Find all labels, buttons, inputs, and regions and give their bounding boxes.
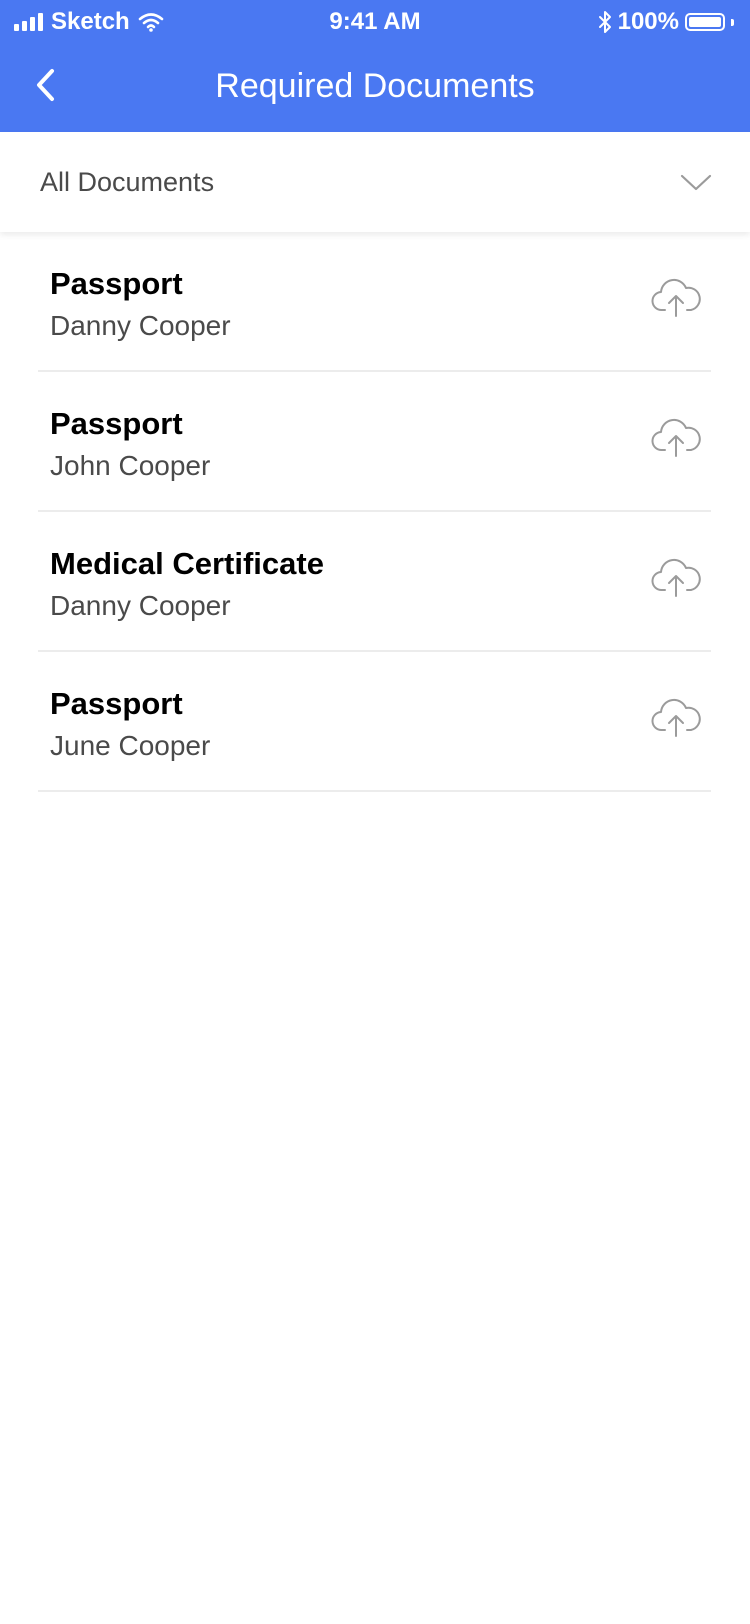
document-owner: Danny Cooper — [50, 310, 231, 341]
battery-tip — [731, 18, 734, 26]
battery-icon — [685, 13, 725, 31]
status-right: 100% — [598, 8, 734, 36]
cloud-upload-icon[interactable] — [651, 416, 701, 460]
battery-level — [689, 17, 721, 27]
document-owner: John Cooper — [50, 450, 211, 481]
nav-bar: Required Documents — [0, 44, 750, 132]
document-row[interactable]: Medical Certificate Danny Cooper — [38, 512, 711, 652]
document-list: Passport Danny Cooper Passport John Coop… — [38, 232, 711, 792]
document-title: Passport — [50, 266, 183, 301]
document-owner: June Cooper — [50, 730, 211, 761]
document-row[interactable]: Passport John Cooper — [38, 372, 711, 512]
cloud-upload-icon[interactable] — [651, 696, 701, 740]
app-header: Sketch 9:41 AM 100% Required Documents — [0, 0, 750, 132]
document-filter-dropdown[interactable]: All Documents — [0, 132, 750, 232]
document-title: Passport — [50, 406, 183, 441]
cloud-upload-icon[interactable] — [651, 276, 701, 320]
chevron-down-icon — [680, 174, 712, 191]
status-bar: Sketch 9:41 AM 100% — [0, 0, 750, 44]
document-title: Passport — [50, 686, 183, 721]
filter-label: All Documents — [40, 167, 215, 197]
document-title: Medical Certificate — [50, 546, 324, 581]
document-row[interactable]: Passport June Cooper — [38, 652, 711, 792]
cloud-upload-icon[interactable] — [651, 556, 701, 600]
page-title: Required Documents — [215, 67, 535, 105]
document-owner: Danny Cooper — [50, 590, 231, 621]
document-row[interactable]: Passport Danny Cooper — [38, 232, 711, 372]
battery-percent: 100% — [617, 8, 679, 35]
bluetooth-icon — [598, 11, 611, 33]
